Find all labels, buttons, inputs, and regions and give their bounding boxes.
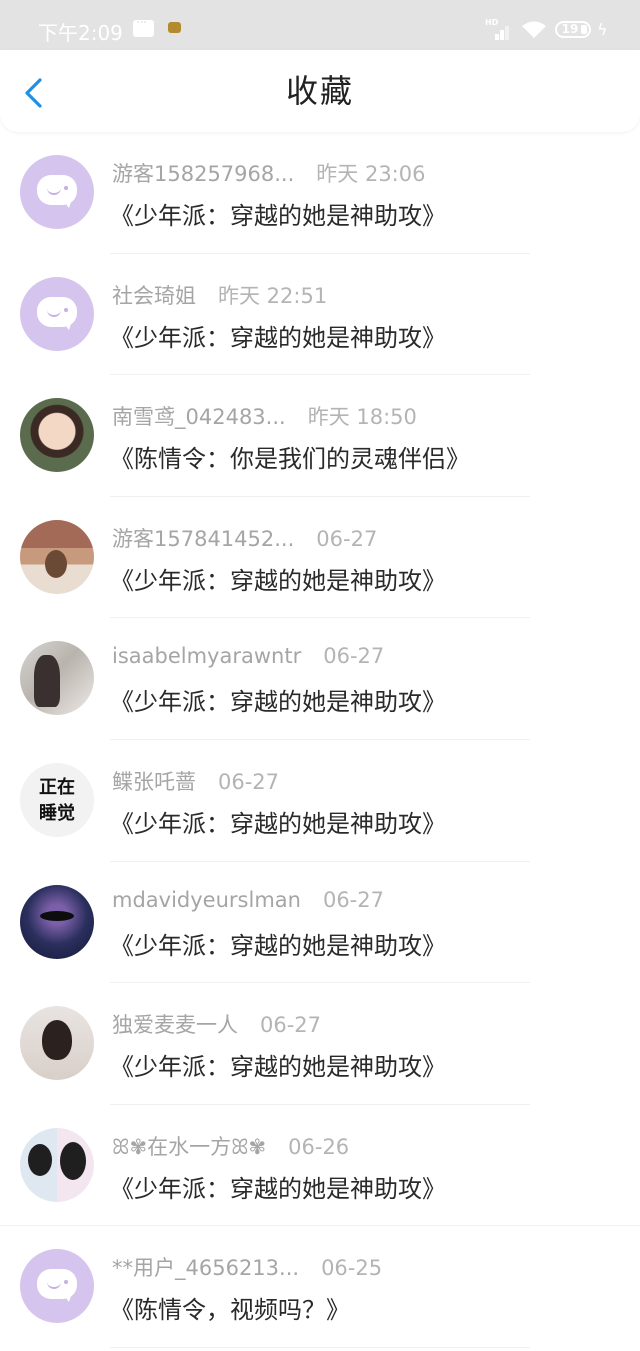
- avatar[interactable]: [20, 1127, 94, 1202]
- item-title[interactable]: 《少年派：穿越的她是神助攻》: [110, 1169, 446, 1204]
- username[interactable]: 社会琦姐: [112, 280, 196, 310]
- item-meta: **用户_4656213... 06-25: [112, 1252, 382, 1282]
- item-meta: isaabelmyarawntr 06-27: [112, 644, 384, 674]
- charging-icon: ϟ: [597, 20, 608, 39]
- username[interactable]: isaabelmyarawntr: [112, 644, 301, 668]
- page-title: 收藏: [285, 72, 354, 110]
- item-title[interactable]: 《少年派：穿越的她是神助攻》: [110, 561, 446, 596]
- username[interactable]: **用户_4656213...: [112, 1252, 299, 1282]
- nav-bar: 收藏: [0, 50, 640, 132]
- avatar[interactable]: [20, 641, 94, 716]
- username[interactable]: 南雪鸢_042483...: [112, 401, 286, 431]
- username[interactable]: mdavidyeurslman: [112, 888, 301, 912]
- favorite-item[interactable]: 游客158257968... 昨天 23:06 《少年派：穿越的她是神助攻》: [0, 132, 640, 254]
- timestamp: 06-27: [323, 644, 385, 669]
- timestamp: 06-27: [316, 526, 378, 551]
- timestamp: 06-27: [260, 1013, 322, 1038]
- default-avatar-chat-bubble-icon[interactable]: [20, 276, 94, 351]
- avatar[interactable]: [20, 398, 94, 473]
- item-title[interactable]: 《陈情令：你是我们的灵魂伴侣》: [110, 439, 470, 474]
- item-title[interactable]: 《少年派：穿越的她是神助攻》: [110, 804, 446, 839]
- item-title[interactable]: 《少年派：穿越的她是神助攻》: [110, 682, 446, 717]
- timestamp: 06-27: [322, 887, 384, 912]
- wifi-icon: [522, 21, 546, 38]
- username[interactable]: 游客157841452...: [112, 523, 294, 553]
- signal-icon: [485, 18, 511, 40]
- item-title[interactable]: 《少年派：穿越的她是神助攻》: [110, 926, 446, 961]
- status-time: 下午2:09: [38, 21, 123, 45]
- item-title[interactable]: 《少年派：穿越的她是神助攻》: [110, 196, 446, 231]
- favorite-item[interactable]: 南雪鸢_042483... 昨天 18:50 《陈情令：你是我们的灵魂伴侣》: [0, 375, 640, 497]
- item-meta: ꕤ✾在水一方ꕤ✾ 06-26: [112, 1131, 349, 1161]
- app-notification-icon: [168, 22, 181, 33]
- favorite-item[interactable]: 社会琦姐 昨天 22:51 《少年派：穿越的她是神助攻》: [0, 254, 640, 376]
- timestamp: 06-26: [288, 1134, 350, 1159]
- timestamp: 06-25: [321, 1256, 383, 1281]
- timestamp: 昨天 22:51: [218, 283, 328, 308]
- item-title[interactable]: 《少年派：穿越的她是神助攻》: [110, 318, 446, 353]
- avatar-text: 正在 睡觉: [39, 776, 75, 824]
- favorite-item[interactable]: ꕤ✾在水一方ꕤ✾ 06-26 《少年派：穿越的她是神助攻》: [0, 1105, 640, 1227]
- avatar[interactable]: [20, 1006, 94, 1081]
- item-title[interactable]: 《陈情令，视频吗？》: [110, 1290, 350, 1325]
- favorite-item[interactable]: mdavidyeurslman 06-27 《少年派：穿越的她是神助攻》: [0, 862, 640, 984]
- avatar[interactable]: 正在 睡觉: [20, 762, 94, 837]
- item-meta: 南雪鸢_042483... 昨天 18:50: [112, 401, 417, 431]
- username[interactable]: 游客158257968...: [112, 158, 294, 188]
- favorite-item[interactable]: 正在 睡觉 鲽张吒蔷 06-27 《少年派：穿越的她是神助攻》: [0, 740, 640, 862]
- avatar[interactable]: [20, 519, 94, 594]
- favorites-list: 游客158257968... 昨天 23:06 《少年派：穿越的她是神助攻》 社会琦姐…: [0, 132, 640, 1348]
- default-avatar-chat-bubble-icon[interactable]: [20, 155, 94, 229]
- username[interactable]: 独爱麦麦一人: [112, 1009, 238, 1039]
- favorite-item[interactable]: **用户_4656213... 06-25 《陈情令，视频吗？》: [0, 1226, 640, 1348]
- divider: [110, 1346, 530, 1348]
- item-title[interactable]: 《少年派：穿越的她是神助攻》: [110, 1047, 446, 1082]
- item-meta: 鲽张吒蔷 06-27: [112, 766, 279, 796]
- item-meta: mdavidyeurslman 06-27: [112, 888, 384, 918]
- item-meta: 社会琦姐 昨天 22:51: [112, 280, 327, 310]
- avatar[interactable]: [20, 884, 94, 959]
- message-notification-icon: [133, 15, 154, 37]
- timestamp: 06-27: [218, 769, 280, 794]
- timestamp: 昨天 18:50: [307, 405, 417, 430]
- favorite-item[interactable]: isaabelmyarawntr 06-27 《少年派：穿越的她是神助攻》: [0, 618, 640, 740]
- username[interactable]: 鲽张吒蔷: [112, 766, 196, 796]
- item-meta: 独爱麦麦一人 06-27: [112, 1009, 321, 1039]
- timestamp: 昨天 23:06: [316, 162, 426, 186]
- item-meta: 游客157841452... 06-27: [112, 523, 377, 553]
- battery-icon: 19: [555, 21, 591, 38]
- username[interactable]: ꕤ✾在水一方ꕤ✾: [112, 1131, 266, 1161]
- item-meta: 游客158257968... 昨天 23:06: [112, 158, 425, 188]
- favorite-item[interactable]: 游客157841452... 06-27 《少年派：穿越的她是神助攻》: [0, 497, 640, 619]
- battery-level: 19: [561, 22, 579, 36]
- favorite-item[interactable]: 独爱麦麦一人 06-27 《少年派：穿越的她是神助攻》: [0, 983, 640, 1105]
- default-avatar-chat-bubble-icon[interactable]: [20, 1249, 94, 1324]
